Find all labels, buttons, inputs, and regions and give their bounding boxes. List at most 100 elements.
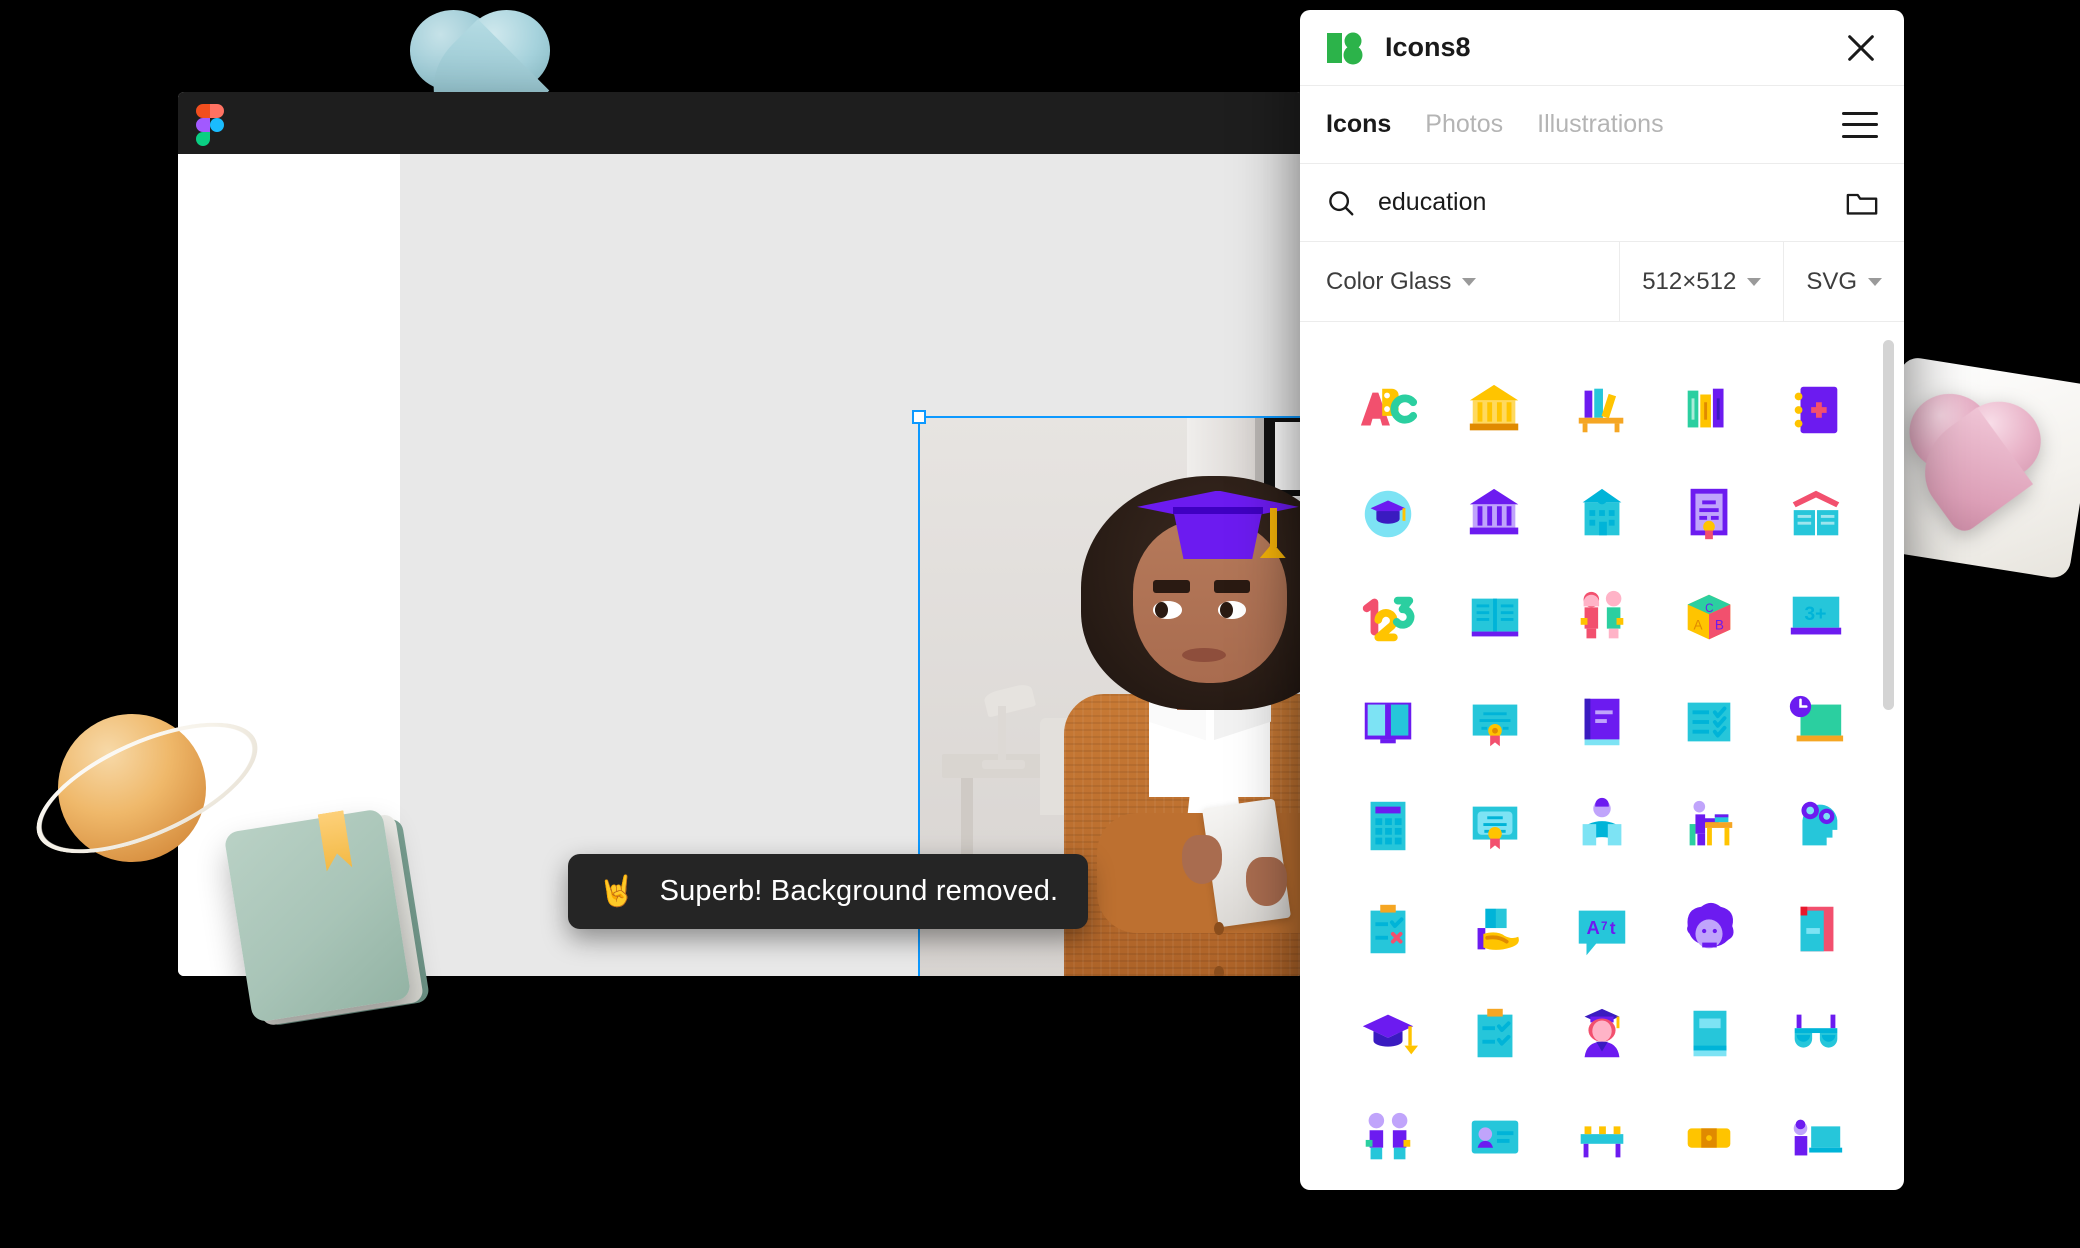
icon-cell-book-open-purple[interactable] bbox=[1334, 670, 1441, 774]
school-building-icon bbox=[1582, 488, 1622, 536]
abc-block-icon: C A B bbox=[1687, 594, 1731, 640]
size-filter-label: 512×512 bbox=[1642, 267, 1737, 295]
format-filter[interactable]: SVG bbox=[1784, 242, 1904, 321]
notebook-medical-icon bbox=[1795, 386, 1838, 434]
glasses-icon bbox=[1795, 1014, 1838, 1048]
icon-cell-closed-book-purple[interactable] bbox=[1548, 670, 1655, 774]
bookshelf-icon bbox=[1578, 388, 1624, 433]
icon-cell-id-card[interactable] bbox=[1441, 1086, 1548, 1190]
icon-cell-books-row[interactable] bbox=[1656, 358, 1763, 462]
svg-text:A: A bbox=[1586, 917, 1599, 938]
icon-cell-school-building[interactable] bbox=[1548, 462, 1655, 566]
close-icon[interactable] bbox=[1844, 31, 1878, 65]
toast-notification: 🤘 Superb! Background removed. bbox=[568, 854, 1089, 929]
burger-line bbox=[1842, 134, 1878, 138]
icon-cell-brain-gears[interactable] bbox=[1763, 774, 1870, 878]
certificate-seal-icon bbox=[1472, 806, 1518, 850]
einstein-icon bbox=[1687, 902, 1734, 949]
svg-text:B: B bbox=[1715, 618, 1724, 633]
pencil-case-icon bbox=[1687, 1128, 1731, 1148]
desk-lamp-arm bbox=[997, 705, 1006, 761]
icon-cell-graduation-cap[interactable] bbox=[1334, 982, 1441, 1086]
icon-cell-pencil-case[interactable] bbox=[1656, 1086, 1763, 1190]
cardigan-button bbox=[1213, 922, 1224, 936]
panel-header: Icons8 bbox=[1300, 10, 1904, 86]
style-filter[interactable]: Color Glass bbox=[1300, 242, 1621, 321]
panel-scrollbar[interactable] bbox=[1883, 340, 1894, 710]
hand-left bbox=[1181, 835, 1222, 885]
svg-text:3+: 3+ bbox=[1805, 603, 1827, 625]
icon-cell-abc-letters[interactable] bbox=[1334, 358, 1441, 462]
icon-cell-glasses[interactable] bbox=[1763, 982, 1870, 1086]
heart-lobe-left bbox=[1903, 388, 1997, 477]
heart-tip bbox=[1905, 407, 2034, 537]
icon-cell-book-red[interactable] bbox=[1763, 878, 1870, 982]
icon-cell-bookshelf[interactable] bbox=[1548, 358, 1655, 462]
certificate-purple-icon bbox=[1690, 488, 1728, 540]
icon-cell-teacher-board[interactable] bbox=[1763, 1086, 1870, 1190]
format-filter-label: SVG bbox=[1806, 267, 1857, 295]
icons8-logo bbox=[1327, 32, 1363, 64]
graduation-cap-icon bbox=[1362, 1014, 1418, 1055]
graduation-cap-overlay[interactable] bbox=[1137, 471, 1299, 580]
toast-message: Superb! Background removed. bbox=[659, 875, 1059, 907]
icon-cell-certificate-purple[interactable] bbox=[1656, 462, 1763, 566]
icon-cell-museum-bank[interactable] bbox=[1441, 358, 1548, 462]
icon-cell-open-book-roof[interactable] bbox=[1763, 462, 1870, 566]
icon-cell-numbers-123[interactable] bbox=[1334, 566, 1441, 670]
folder-icon[interactable] bbox=[1846, 188, 1878, 218]
tab-photos[interactable]: Photos bbox=[1425, 110, 1503, 139]
brain-gears-icon bbox=[1801, 801, 1838, 846]
figma-canvas[interactable] bbox=[400, 154, 1303, 976]
icon-cell-checklist[interactable] bbox=[1656, 670, 1763, 774]
icon-cell-notebook-medical[interactable] bbox=[1763, 358, 1870, 462]
icon-cell-book-in-hand[interactable] bbox=[1441, 878, 1548, 982]
pink-heart bbox=[1897, 388, 2047, 537]
filter-row: Color Glass 512×512 SVG bbox=[1300, 242, 1904, 322]
panel-title: Icons8 bbox=[1385, 32, 1471, 62]
icon-cell-museum-purple[interactable] bbox=[1441, 462, 1548, 566]
icon-cell-diploma-seal[interactable] bbox=[1441, 670, 1548, 774]
icon-cell-einstein[interactable] bbox=[1656, 878, 1763, 982]
size-filter[interactable]: 512×512 bbox=[1620, 242, 1785, 321]
icon-cell-person-reading[interactable] bbox=[1548, 774, 1655, 878]
search-input[interactable] bbox=[1378, 188, 1824, 217]
tab-icons[interactable]: Icons bbox=[1326, 110, 1391, 139]
icon-grid-wrapper: C A B 3+ A 7 t bbox=[1300, 322, 1904, 1190]
student-desk-icon bbox=[1689, 800, 1733, 846]
icon-cell-translate-bubble[interactable]: A 7 t bbox=[1548, 878, 1655, 982]
desks-row-icon bbox=[1580, 1126, 1624, 1158]
icon-cell-blackboard-3plus[interactable]: 3+ bbox=[1763, 566, 1870, 670]
blackboard-3plus-icon: 3+ bbox=[1791, 596, 1842, 635]
calculator-icon bbox=[1370, 801, 1406, 851]
tab-illustrations[interactable]: Illustrations bbox=[1537, 110, 1663, 139]
icon-cell-two-students[interactable] bbox=[1334, 1086, 1441, 1190]
icon-cell-open-book-text[interactable] bbox=[1441, 566, 1548, 670]
books-row-icon bbox=[1687, 388, 1724, 428]
svg-text:C: C bbox=[1705, 602, 1713, 615]
book-open-purple-icon bbox=[1364, 702, 1411, 744]
pupil-right bbox=[1219, 601, 1233, 619]
hand-right bbox=[1246, 856, 1287, 906]
icon-cell-book-cyan[interactable] bbox=[1656, 982, 1763, 1086]
icon-cell-graduation-circle[interactable] bbox=[1334, 462, 1441, 566]
figma-window bbox=[178, 92, 1303, 976]
icon-cell-student-desk[interactable] bbox=[1656, 774, 1763, 878]
eyebrow-left bbox=[1153, 579, 1190, 593]
icon-cell-clipboard-checks[interactable] bbox=[1441, 982, 1548, 1086]
book-in-hand-icon bbox=[1477, 908, 1519, 950]
icon-cell-test-clipboard[interactable] bbox=[1334, 878, 1441, 982]
icon-cell-calculator[interactable] bbox=[1334, 774, 1441, 878]
icon-cell-desks-row[interactable] bbox=[1548, 1086, 1655, 1190]
hamburger-menu-icon[interactable] bbox=[1842, 111, 1878, 138]
chevron-down-icon bbox=[1462, 277, 1477, 286]
icon-cell-children-students[interactable] bbox=[1548, 566, 1655, 670]
graduation-cap-tassel bbox=[1259, 542, 1286, 558]
heart-lobe-right bbox=[463, 10, 550, 91]
icon-cell-clock-board[interactable] bbox=[1763, 670, 1870, 774]
icon-cell-graduate-person[interactable] bbox=[1548, 982, 1655, 1086]
graduate-person-icon bbox=[1584, 1008, 1620, 1058]
icon-cell-abc-block[interactable]: C A B bbox=[1656, 566, 1763, 670]
open-book-roof-icon bbox=[1793, 490, 1840, 536]
icon-cell-certificate-seal[interactable] bbox=[1441, 774, 1548, 878]
